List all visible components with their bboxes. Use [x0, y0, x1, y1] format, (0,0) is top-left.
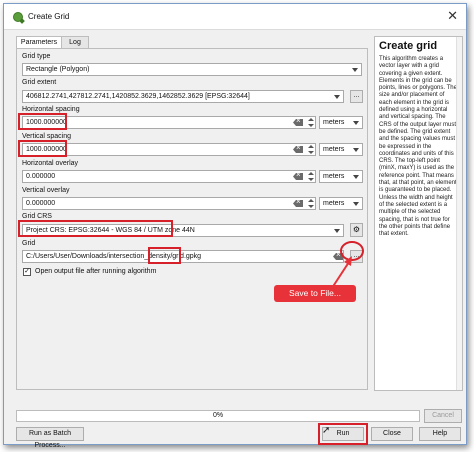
- grid-extent-label: Grid extent: [22, 79, 57, 86]
- help-panel: Create grid This algorithm creates a vec…: [374, 36, 463, 391]
- grid-type-label: Grid type: [22, 53, 51, 60]
- v-overlay-unit-select[interactable]: meters: [319, 197, 363, 210]
- save-to-file-button[interactable]: ...: [350, 250, 363, 263]
- chevron-down-icon: [334, 95, 340, 99]
- run-button[interactable]: Run: [322, 427, 364, 441]
- h-overlay-input[interactable]: 0.000000: [22, 170, 316, 183]
- v-spacing-label: Vertical spacing: [22, 133, 72, 140]
- grid-crs-label: Grid CRS: [22, 213, 52, 220]
- qgis-icon: [13, 12, 23, 22]
- help-description: This algorithm creates a vector layer wi…: [379, 56, 457, 238]
- h-overlay-label: Horizontal overlay: [22, 160, 79, 167]
- save-to-file-annotation: Save to File...: [274, 285, 356, 302]
- v-spacing-input[interactable]: 1000.000000: [22, 143, 316, 156]
- parameters-panel: Grid type Rectangle (Polygon) Grid exten…: [16, 48, 368, 390]
- window-title: Create Grid: [28, 12, 70, 21]
- h-spacing-input[interactable]: 1000.000000: [22, 116, 316, 129]
- progress-bar: 0%: [16, 410, 420, 422]
- v-spacing-unit: meters: [323, 146, 345, 153]
- chevron-down-icon: [353, 121, 359, 125]
- create-grid-dialog: Create Grid ✕ Parameters Log Grid type R…: [3, 3, 467, 449]
- v-overlay-label: Vertical overlay: [22, 187, 70, 194]
- h-spacing-label: Horizontal spacing: [22, 106, 80, 113]
- chevron-down-icon: [353, 148, 359, 152]
- v-overlay-unit: meters: [323, 200, 345, 207]
- h-spacing-spinner[interactable]: [307, 116, 315, 129]
- v-spacing-unit-select[interactable]: meters: [319, 143, 363, 156]
- h-overlay-unit: meters: [323, 173, 345, 180]
- cancel-button[interactable]: Cancel: [424, 409, 462, 423]
- crs-selector-button[interactable]: ⚙: [350, 223, 363, 237]
- grid-output-path: C:/Users/User/Downloads/intersection_den…: [26, 253, 202, 260]
- chevron-down-icon: [353, 175, 359, 179]
- open-output-checkbox[interactable]: ✓: [23, 268, 31, 276]
- grid-crs-value: Project CRS: EPSG:32644 - WGS 84 / UTM z…: [26, 227, 195, 234]
- help-scrollbar[interactable]: [456, 37, 462, 390]
- title-bar: Create Grid ✕: [4, 4, 466, 30]
- v-spacing-value: 1000.000000: [26, 146, 67, 153]
- grid-extent-value: 406812.2741,427812.2741,1420852.3629,146…: [26, 93, 250, 100]
- v-overlay-input[interactable]: 0.000000: [22, 197, 316, 210]
- grid-output-label: Grid: [22, 240, 36, 247]
- h-spacing-unit-select[interactable]: meters: [319, 116, 363, 129]
- v-overlay-value: 0.000000: [26, 200, 56, 207]
- chevron-down-icon: [334, 229, 340, 233]
- grid-crs-select[interactable]: Project CRS: EPSG:32644 - WGS 84 / UTM z…: [22, 224, 344, 237]
- grid-extent-options-button[interactable]: ...: [350, 90, 363, 103]
- chevron-down-icon: [353, 202, 359, 206]
- grid-type-select[interactable]: Rectangle (Polygon): [22, 63, 362, 76]
- grid-type-value: Rectangle (Polygon): [26, 66, 90, 73]
- grid-extent-input[interactable]: 406812.2741,427812.2741,1420852.3629,146…: [22, 90, 344, 103]
- h-spacing-unit: meters: [323, 119, 345, 126]
- v-spacing-spinner[interactable]: [307, 143, 315, 156]
- v-overlay-spinner[interactable]: [307, 197, 315, 210]
- h-overlay-value: 0.000000: [26, 173, 56, 180]
- open-output-label: Open output file after running algorithm: [35, 268, 157, 275]
- chevron-down-icon: [352, 68, 358, 72]
- close-icon[interactable]: ✕: [447, 8, 458, 24]
- help-button[interactable]: Help: [419, 427, 461, 441]
- grid-output-path-input[interactable]: C:/Users/User/Downloads/intersection_den…: [22, 250, 344, 263]
- progress-label: 0%: [212, 412, 224, 419]
- h-spacing-value: 1000.000000: [26, 119, 67, 126]
- h-overlay-unit-select[interactable]: meters: [319, 170, 363, 183]
- help-title: Create grid: [379, 40, 438, 52]
- h-overlay-spinner[interactable]: [307, 170, 315, 183]
- close-button[interactable]: Close: [371, 427, 413, 441]
- run-as-batch-button[interactable]: Run as Batch Process...: [16, 427, 84, 449]
- globe-icon: ⚙: [352, 225, 361, 234]
